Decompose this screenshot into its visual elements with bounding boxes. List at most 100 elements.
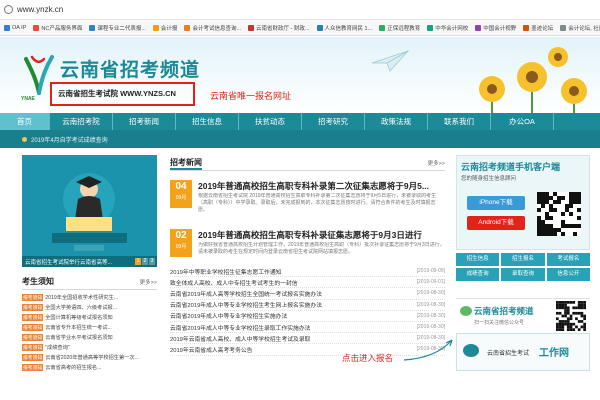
exam-tip-item[interactable]: 报考须知 全国计算机等级考试报名须知 (22, 312, 157, 322)
bookmark-item[interactable]: 云南省财政厅 - 财政... (248, 24, 310, 32)
exam-work-site-label: 云南省招生考试 (487, 351, 530, 357)
news-list-title[interactable]: 2019年云南省成人高校、成人中等学校招生考试及录取 (170, 334, 310, 343)
featured-news-title[interactable]: 2019年普通高校招生高职专科补录征集志愿将于9月3日进行 (198, 229, 422, 241)
exam-work-site-link[interactable]: 云南省招生考试 工作网 (456, 333, 590, 371)
pager-button[interactable]: 3 (149, 258, 155, 265)
wechat-subtitle: 扫一扫关注微信公众号 (474, 320, 525, 326)
bookmark-item[interactable]: 课程专业二代表报... (89, 24, 146, 32)
quick-link-button[interactable]: 成绩查询 (456, 268, 500, 281)
bookmark-item[interactable]: 正保远程教育 (379, 24, 420, 32)
bookmark-icon (379, 24, 386, 31)
android-download-button[interactable]: Android下载 (467, 216, 525, 230)
news-list-item[interactable]: 致全体成人高校、成人中专招生考试考生的一封信 [2019-09-01] (170, 277, 445, 289)
news-list-date: [2019-08-30] (416, 301, 445, 308)
sunflower-decoration-icon (479, 47, 587, 113)
unique-site-note: 云南省唯一报名网址 (210, 91, 292, 101)
bookmark-item[interactable]: 中华会计网校 (427, 24, 468, 32)
news-list-title[interactable]: 云南省2019年成人中等专业学校招生考生网上报名实施办法 (170, 300, 322, 309)
hero-caption-bar: 云南省招生考试院举行云南省高等... 123 (22, 256, 157, 267)
news-list-item[interactable]: 云南省2019年成人中等专业学校招生录取工作实施办法 [2019-08-30] (170, 322, 445, 334)
nav-item[interactable]: 云南招考院 (50, 113, 113, 130)
address-bar[interactable]: www.ynzk.cn (0, 0, 600, 20)
nav-item[interactable]: 扶贫动态 (239, 113, 302, 130)
quick-link-button[interactable]: 考试报名 (546, 253, 590, 266)
news-list-title[interactable]: 致全体成人高校、成人中专招生考试考生的一封信 (170, 278, 298, 287)
exam-tip-tag: 报考须知 (22, 333, 44, 341)
hero-caption[interactable]: 云南省招生考试院举行云南省高等... (25, 258, 135, 266)
exam-tip-item[interactable]: 报考须知 全国大学英语四、六级考试报... (22, 302, 157, 312)
bookmark-item[interactable]: 会计报 (152, 24, 177, 32)
news-list-title[interactable]: 云南省2019年成人高等学校招生全国统一考试报名实施办法 (170, 289, 322, 298)
news-list-title[interactable]: 云南省2019年成人中等专业学校招生实施办法 (170, 311, 287, 320)
bookmark-item[interactable]: NC产品服务界面 (33, 24, 82, 32)
exam-tip-item[interactable]: 报考须知 云南省学业水平考试报名须知 (22, 332, 157, 342)
pager-button[interactable]: 2 (142, 258, 148, 265)
nav-item[interactable]: 首页 (0, 113, 50, 130)
nav-item[interactable]: 招生信息 (176, 113, 239, 130)
click-to-register-note: 点击进入报名 (342, 353, 394, 363)
graduation-illustration (22, 155, 157, 267)
bookmark-item[interactable]: OA IP (4, 24, 26, 31)
bookmark-label: 中国会计视野 (483, 25, 517, 32)
news-list-date: [2019-08-30] (416, 312, 445, 319)
news-list-item[interactable]: 云南省2019年成人中等专业学校招生实施办法 [2019-08-30] (170, 311, 445, 322)
bookmark-label: 墨迹论坛 (531, 25, 554, 32)
exam-tip-text: 全国大学英语四、六级考试报... (45, 304, 117, 311)
nav-item[interactable]: 政策法规 (365, 113, 428, 130)
news-list-item[interactable]: 2019年中等职业学校招生征集志愿工作通知 [2019-09-05] (170, 266, 445, 278)
exam-tip-text: 云南省专升本招生统一考试... (45, 324, 112, 331)
news-list-title[interactable]: 云南省2019年成人中等专业学校招生录取工作实施办法 (170, 323, 310, 332)
notice-icon (22, 136, 27, 142)
nav-item[interactable]: 招考新闻 (113, 113, 176, 130)
bookmark-icon (560, 24, 567, 31)
news-more-link[interactable]: 更多>> (428, 159, 445, 167)
exam-tip-item[interactable]: 报考须知 "成绩查询" (22, 342, 157, 352)
bookmark-icon (316, 24, 323, 31)
hero-slider[interactable] (22, 155, 157, 267)
bookmark-item[interactable]: 中国会计视野 (475, 24, 516, 32)
quick-link-button[interactable]: 信息公开 (546, 268, 590, 281)
bookmark-item[interactable]: 会计考试信息查询... (184, 24, 241, 32)
wechat-qr-code-icon (556, 301, 586, 331)
bookmark-item[interactable]: 墨迹论坛 (523, 24, 553, 32)
news-date-day: 02 (175, 230, 187, 241)
app-subtitle: 您的随身招生信息顾问 (461, 176, 517, 182)
exam-tip-tag: 报考须知 (22, 303, 44, 311)
exam-tip-tag: 报考须知 (22, 363, 44, 371)
exam-tip-tag: 报考须知 (22, 323, 44, 331)
news-header: 招考新闻 更多>> (170, 157, 445, 171)
paper-plane-icon (371, 50, 410, 72)
news-list-item[interactable]: 2019年云南省成人高校、成人中等学校招生考试及录取 [2019-08-30] (170, 333, 445, 345)
news-list-item[interactable]: 2019年云南省成人高考考务公告 [2019-08-30] (170, 344, 445, 356)
featured-news-desc: 为做好我省普通高校招生计划管理工作，2019年普通高校招生高职（专科）批次补录征… (198, 242, 445, 255)
quick-link-button[interactable]: 招生信息 (456, 253, 500, 266)
notice-text[interactable]: 2019年4月自学考试成绩查询 (31, 135, 108, 144)
iphone-download-button[interactable]: iPhone下载 (467, 196, 525, 210)
url-text[interactable]: www.ynzk.cn (17, 5, 63, 14)
bookmark-item[interactable]: 人众信教育网民 1... (316, 24, 372, 32)
exam-tip-item[interactable]: 报考须知 2019年全国招收学术性研究生... (22, 292, 157, 302)
main-nav: 首页 云南招考院 招考新闻 招生信息 扶贫动态 招考研究 政策法规 联系我们 办公OA (0, 113, 600, 130)
featured-news-title[interactable]: 2019年普通高校招生高职专科补录第二次征集志愿将于9月5... (198, 180, 429, 192)
bookmark-label: 课程专业二代表报... (97, 25, 146, 32)
pager-button[interactable]: 1 (135, 258, 141, 265)
news-list-title[interactable]: 2019年中等职业学校招生征集志愿工作通知 (170, 267, 281, 276)
news-date-month: 09月 (175, 195, 187, 201)
news-list-item[interactable]: 云南省2019年成人中等专业学校招生考生网上报名实施办法 [2019-08-30] (170, 300, 445, 311)
nav-item[interactable]: 招考研究 (302, 113, 365, 130)
exam-tip-item[interactable]: 报考须知 云南省专升本招生统一考试... (22, 322, 157, 332)
bookmark-item[interactable]: 会计论坛, 社区 - ... (560, 24, 600, 32)
news-list-item[interactable]: 云南省2019年成人高等学校招生全国统一考试报名实施办法 [2019-08-30] (170, 288, 445, 300)
nav-item[interactable]: 办公OA (491, 113, 554, 130)
quick-link-button[interactable]: 录取查询 (501, 268, 545, 281)
exam-tip-item[interactable]: 报考须知 云南省高考的招生报名... (22, 362, 157, 372)
quick-link-button[interactable]: 招生报名 (501, 253, 545, 266)
nav-item[interactable]: 联系我们 (428, 113, 491, 130)
news-list-title[interactable]: 2019年云南省成人高考考务公告 (170, 345, 252, 354)
featured-news-item[interactable]: 04 09月 2019年普通高校招生高职专科补录第二次征集志愿将于9月5... 根据云… (170, 180, 445, 224)
news-list-date: [2019-08-30] (416, 324, 445, 331)
exam-tips-more-link[interactable]: 更多>> (140, 278, 157, 286)
notice-bar: 2019年4月自学考试成绩查询 (0, 130, 600, 148)
exam-tip-item[interactable]: 报考须知 云南省2020年普通高等学校招生第一次... (22, 352, 157, 362)
featured-news-desc: 根据云南省招生考试院 2019年普通高校招生高职专科补录第二次征集志愿将于9月5… (198, 193, 437, 213)
